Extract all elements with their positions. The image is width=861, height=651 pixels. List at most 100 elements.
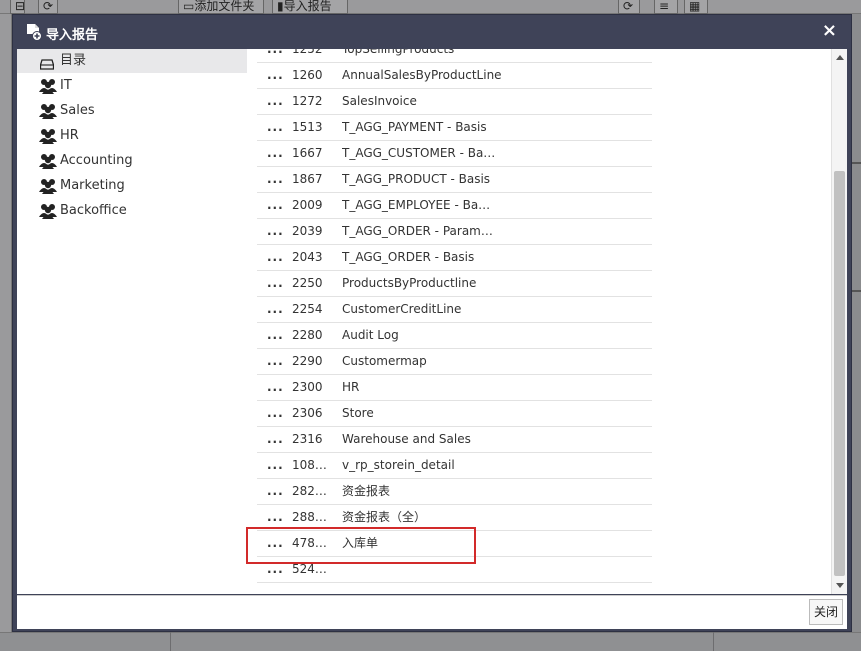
report-id: 2300 — [292, 380, 323, 394]
row-menu-icon[interactable]: ... — [267, 271, 284, 296]
row-menu-icon[interactable]: ... — [267, 167, 284, 192]
collapse-button[interactable]: ⊟ — [10, 0, 25, 14]
add-folder-button[interactable]: ▭添加文件夹 — [178, 0, 264, 14]
report-row[interactable]: ... 524… — [257, 557, 652, 583]
background-footer — [0, 632, 861, 651]
users-icon — [38, 78, 58, 94]
row-menu-icon[interactable]: ... — [267, 427, 284, 452]
users-icon — [38, 103, 58, 119]
report-row[interactable]: ... 1260 AnnualSalesByProductLine — [257, 63, 652, 89]
report-name: T_AGG_ORDER - Param… — [342, 224, 493, 238]
row-menu-icon[interactable]: ... — [267, 141, 284, 166]
hard-drive-icon — [39, 55, 55, 70]
report-id: 478… — [292, 536, 327, 550]
report-row[interactable]: ... 2280 Audit Log — [257, 323, 652, 349]
row-menu-icon[interactable]: ... — [267, 349, 284, 374]
report-row[interactable]: ... 1272 SalesInvoice — [257, 89, 652, 115]
report-name: Warehouse and Sales — [342, 432, 471, 446]
row-menu-icon[interactable]: ... — [267, 505, 284, 530]
report-row[interactable]: ... 2316 Warehouse and Sales — [257, 427, 652, 453]
report-row[interactable]: ... 108… v_rp_storein_detail — [257, 453, 652, 479]
report-row[interactable]: ... 2300 HR — [257, 375, 652, 401]
report-row[interactable]: ... 2306 Store — [257, 401, 652, 427]
report-name: Customermap — [342, 354, 427, 368]
report-name: T_AGG_PRODUCT - Basis — [342, 172, 491, 186]
report-row[interactable]: ... 1513 T_AGG_PAYMENT - Basis — [257, 115, 652, 141]
close-button[interactable]: 关闭 — [809, 599, 843, 625]
tree-item[interactable]: Marketing — [17, 174, 247, 198]
row-menu-icon[interactable]: ... — [267, 323, 284, 348]
row-menu-icon[interactable]: ... — [267, 115, 284, 140]
row-menu-icon[interactable]: ... — [267, 401, 284, 426]
report-row[interactable]: ... 1667 T_AGG_CUSTOMER - Ba… — [257, 141, 652, 167]
report-id: 2039 — [292, 224, 323, 238]
tree-item[interactable]: 目录 — [17, 49, 247, 73]
report-row[interactable]: ... 1252 TopSellingProducts — [257, 49, 652, 63]
row-menu-icon[interactable]: ... — [267, 49, 284, 62]
tree-item[interactable]: Backoffice — [17, 199, 247, 223]
report-row[interactable]: ... 2009 T_AGG_EMPLOYEE - Ba… — [257, 193, 652, 219]
background-toolbar — [0, 0, 861, 14]
row-menu-icon[interactable]: ... — [267, 89, 284, 114]
row-menu-icon[interactable]: ... — [267, 453, 284, 478]
row-menu-icon[interactable]: ... — [267, 245, 284, 270]
report-id: 1252 — [292, 49, 323, 56]
tree-item-label: 目录 — [60, 53, 87, 68]
tree-item[interactable]: Accounting — [17, 149, 247, 173]
report-id: 2290 — [292, 354, 323, 368]
tree-item[interactable]: IT — [17, 74, 247, 98]
row-menu-icon[interactable]: ... — [267, 375, 284, 400]
report-name: 资金报表 — [342, 484, 391, 498]
report-row[interactable]: ... 288… 资金报表（全） — [257, 505, 652, 531]
tree-item-label: Accounting — [60, 153, 133, 168]
report-row[interactable]: ... 2254 CustomerCreditLine — [257, 297, 652, 323]
report-row[interactable]: ... 2039 T_AGG_ORDER - Param… — [257, 219, 652, 245]
background-sidebar — [0, 14, 12, 651]
tree-item[interactable]: Sales — [17, 99, 247, 123]
report-row[interactable]: ... 2250 ProductsByProductline — [257, 271, 652, 297]
scrollbar-thumb[interactable] — [834, 171, 845, 576]
dialog-footer: 关闭 — [17, 595, 847, 629]
list-view-button[interactable]: ≡ — [654, 0, 678, 14]
scroll-up-icon[interactable] — [836, 55, 844, 60]
import-report-button[interactable]: ▮导入报告 — [272, 0, 348, 14]
report-name: Store — [342, 406, 374, 420]
report-row[interactable]: ... 2290 Customermap — [257, 349, 652, 375]
tree-item[interactable]: HR — [17, 124, 247, 148]
dialog-title: 导入报告 — [46, 28, 99, 43]
row-menu-icon[interactable]: ... — [267, 63, 284, 88]
grid-view-button[interactable]: ▦ — [684, 0, 708, 14]
report-id: 1260 — [292, 68, 323, 82]
import-file-icon — [27, 24, 42, 41]
row-menu-icon[interactable]: ... — [267, 297, 284, 322]
report-row[interactable]: ... 2043 T_AGG_ORDER - Basis — [257, 245, 652, 271]
report-row[interactable]: ... 282… 资金报表 — [257, 479, 652, 505]
report-name: T_AGG_PAYMENT - Basis — [342, 120, 487, 134]
report-name: T_AGG_ORDER - Basis — [342, 250, 475, 264]
refresh-right-button[interactable]: ⟳ — [618, 0, 640, 14]
report-name: AnnualSalesByProductLine — [342, 68, 502, 82]
background-divider — [852, 162, 861, 164]
row-menu-icon[interactable]: ... — [267, 557, 284, 582]
row-menu-icon[interactable]: ... — [267, 479, 284, 504]
import-report-label: 导入报告 — [283, 0, 332, 13]
users-icon — [38, 178, 58, 194]
tree-item-label: Marketing — [60, 178, 125, 193]
report-row[interactable]: ... 1867 T_AGG_PRODUCT - Basis — [257, 167, 652, 193]
refresh-button[interactable]: ⟳ — [38, 0, 58, 14]
report-row[interactable]: ... 478… 入库单 — [257, 531, 652, 557]
close-icon[interactable]: × — [822, 21, 837, 41]
scrollbar[interactable] — [831, 49, 847, 594]
scroll-down-icon[interactable] — [836, 583, 844, 588]
users-icon — [38, 203, 58, 219]
report-id: 1667 — [292, 146, 323, 160]
dialog-header: 导入报告 × — [13, 15, 851, 49]
report-name: Audit Log — [342, 328, 399, 342]
users-icon — [38, 153, 58, 169]
tree-item-label: Sales — [60, 103, 95, 118]
report-id: 2280 — [292, 328, 323, 342]
row-menu-icon[interactable]: ... — [267, 531, 284, 556]
row-menu-icon[interactable]: ... — [267, 193, 284, 218]
report-id: 1867 — [292, 172, 323, 186]
row-menu-icon[interactable]: ... — [267, 219, 284, 244]
